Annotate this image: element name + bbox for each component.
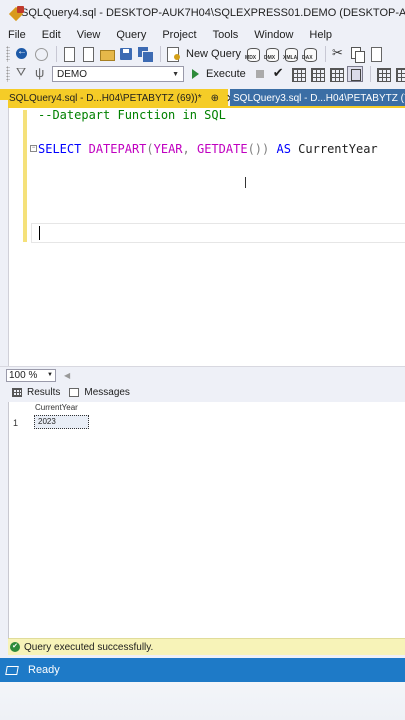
status-bar: Ready bbox=[0, 658, 405, 682]
query-status-bar: ✔ Query executed successfully. bbox=[8, 638, 405, 655]
toolbar-separator bbox=[369, 66, 371, 82]
chevron-down-icon: ▼ bbox=[47, 372, 53, 378]
query-options-icon[interactable] bbox=[309, 66, 325, 82]
menu-tools[interactable]: Tools bbox=[205, 29, 247, 41]
message-icon bbox=[69, 388, 80, 397]
toolbar-grip[interactable] bbox=[6, 46, 10, 62]
menu-file[interactable]: File bbox=[0, 29, 34, 41]
current-line-highlight bbox=[31, 223, 405, 243]
keyword-select: SELECT bbox=[38, 142, 82, 156]
tab-label: SQLQuery3.sql - D...H04\PETABYTZ (71) bbox=[233, 93, 405, 104]
cut-icon[interactable] bbox=[330, 45, 346, 62]
filter-icon[interactable] bbox=[14, 65, 30, 82]
keyword-as: AS bbox=[276, 142, 291, 156]
menu-edit[interactable]: Edit bbox=[34, 29, 69, 41]
results-to-grid-icon[interactable] bbox=[328, 66, 344, 82]
copy-icon[interactable] bbox=[349, 46, 366, 63]
new-query-button[interactable]: New Query bbox=[165, 46, 241, 62]
forward-icon[interactable] bbox=[33, 46, 49, 62]
results-grid: CurrentYear 1 2023 bbox=[8, 402, 405, 638]
tab-messages-label: Messages bbox=[84, 387, 130, 398]
include-plan-icon[interactable] bbox=[375, 66, 391, 82]
menu-project[interactable]: Project bbox=[154, 29, 204, 41]
tab-results-label: Results bbox=[27, 387, 61, 398]
execute-label: Execute bbox=[206, 68, 246, 80]
menu-help[interactable]: Help bbox=[301, 29, 340, 41]
status-text: Ready bbox=[28, 664, 60, 676]
desktop-area bbox=[0, 682, 405, 720]
scroll-left-icon[interactable]: ◀ bbox=[64, 371, 70, 380]
tab-sqlquery4[interactable]: SQLQuery4.sql - D...H04\PETABYTZ (69))* … bbox=[0, 89, 235, 106]
execute-button[interactable]: Execute bbox=[190, 68, 246, 80]
text-caret bbox=[39, 226, 40, 240]
back-icon[interactable] bbox=[14, 46, 30, 62]
left-tool-strip bbox=[0, 100, 8, 366]
sql-editor-toolbar: DEMO ▼ Execute bbox=[0, 63, 405, 85]
new-query-icon bbox=[165, 46, 181, 62]
mdx-query-icon[interactable] bbox=[245, 46, 261, 62]
toolbar-separator bbox=[56, 46, 57, 62]
tab-sqlquery3[interactable]: SQLQuery3.sql - D...H04\PETABYTZ (71) bbox=[230, 89, 405, 106]
row-number[interactable]: 1 bbox=[13, 418, 18, 428]
database-select-value: DEMO bbox=[57, 68, 87, 80]
toolbar-separator bbox=[160, 46, 161, 62]
comma: , bbox=[182, 142, 197, 156]
xmla-query-icon[interactable] bbox=[283, 46, 299, 62]
editor-zoom-bar: 100 % ▼ ◀ bbox=[0, 366, 405, 383]
results-tab-bar: Results Messages bbox=[0, 383, 405, 402]
mouse-ibeam-cursor bbox=[245, 177, 246, 188]
query-editor[interactable]: --Datepart Function in SQL − SELECT DATE… bbox=[8, 108, 405, 366]
column-header[interactable]: CurrentYear bbox=[35, 403, 78, 412]
dmx-query-icon[interactable] bbox=[264, 46, 280, 62]
menu-window[interactable]: Window bbox=[246, 29, 301, 41]
open-paren: ( bbox=[146, 142, 154, 156]
results-to-text-icon[interactable] bbox=[346, 66, 363, 82]
menu-query[interactable]: Query bbox=[108, 29, 154, 41]
table-cell[interactable]: 2023 bbox=[34, 415, 89, 429]
toolbar-grip[interactable] bbox=[6, 66, 10, 82]
save-all-icon[interactable] bbox=[137, 46, 154, 63]
success-check-icon: ✔ bbox=[10, 642, 20, 652]
parse-check-icon[interactable] bbox=[271, 65, 287, 82]
stop-icon[interactable] bbox=[252, 66, 268, 82]
new-project-icon[interactable] bbox=[61, 46, 77, 62]
add-item-icon[interactable] bbox=[80, 46, 96, 62]
tab-results[interactable]: Results bbox=[12, 387, 60, 398]
datepart-year: YEAR bbox=[153, 142, 183, 156]
zoom-select[interactable]: 100 % ▼ bbox=[6, 368, 56, 382]
column-alias: CurrentYear bbox=[298, 142, 378, 156]
tab-messages[interactable]: Messages bbox=[69, 387, 130, 398]
title-bar: SQLQuery4.sql - DESKTOP-AUK7H04\SQLEXPRE… bbox=[0, 0, 405, 26]
code-line-comment: --Datepart Function in SQL bbox=[38, 108, 226, 122]
function-getdate: GETDATE bbox=[196, 142, 248, 156]
query-status-text: Query executed successfully. bbox=[24, 641, 154, 653]
dax-query-icon[interactable] bbox=[302, 46, 318, 62]
toolbar-separator bbox=[325, 46, 327, 62]
close-parens: ()) bbox=[247, 142, 270, 156]
connect-icon[interactable] bbox=[33, 65, 49, 82]
tab-label: SQLQuery4.sql - D...H04\PETABYTZ (69))* bbox=[9, 93, 202, 104]
save-icon[interactable] bbox=[118, 46, 134, 62]
paste-icon[interactable] bbox=[368, 46, 384, 62]
menu-bar: File Edit View Query Project Tools Windo… bbox=[0, 26, 405, 43]
menu-view[interactable]: View bbox=[69, 29, 109, 41]
play-icon bbox=[192, 69, 199, 79]
window-title: SQLQuery4.sql - DESKTOP-AUK7H04\SQLEXPRE… bbox=[21, 7, 405, 19]
new-query-label: New Query bbox=[186, 48, 242, 60]
function-datepart: DATEPART bbox=[88, 142, 147, 156]
open-file-icon[interactable] bbox=[99, 46, 115, 62]
document-tab-bar: SQLQuery4.sql - D...H04\PETABYTZ (69))* … bbox=[0, 89, 405, 108]
pin-icon[interactable]: ⊕ bbox=[211, 93, 219, 104]
change-tracking-bar bbox=[23, 110, 27, 242]
database-select[interactable]: DEMO ▼ bbox=[52, 66, 184, 82]
grid-icon bbox=[12, 388, 22, 397]
zoom-value: 100 % bbox=[9, 369, 38, 381]
standard-toolbar: New Query bbox=[0, 43, 405, 65]
chevron-down-icon: ▼ bbox=[172, 70, 179, 78]
display-plan-icon[interactable] bbox=[290, 66, 306, 82]
client-stats-icon[interactable] bbox=[394, 66, 405, 82]
code-line-select: SELECT DATEPART(YEAR, GETDATE()) AS Curr… bbox=[38, 142, 378, 156]
status-window-icon bbox=[5, 665, 19, 675]
collapse-icon[interactable]: − bbox=[30, 145, 37, 152]
